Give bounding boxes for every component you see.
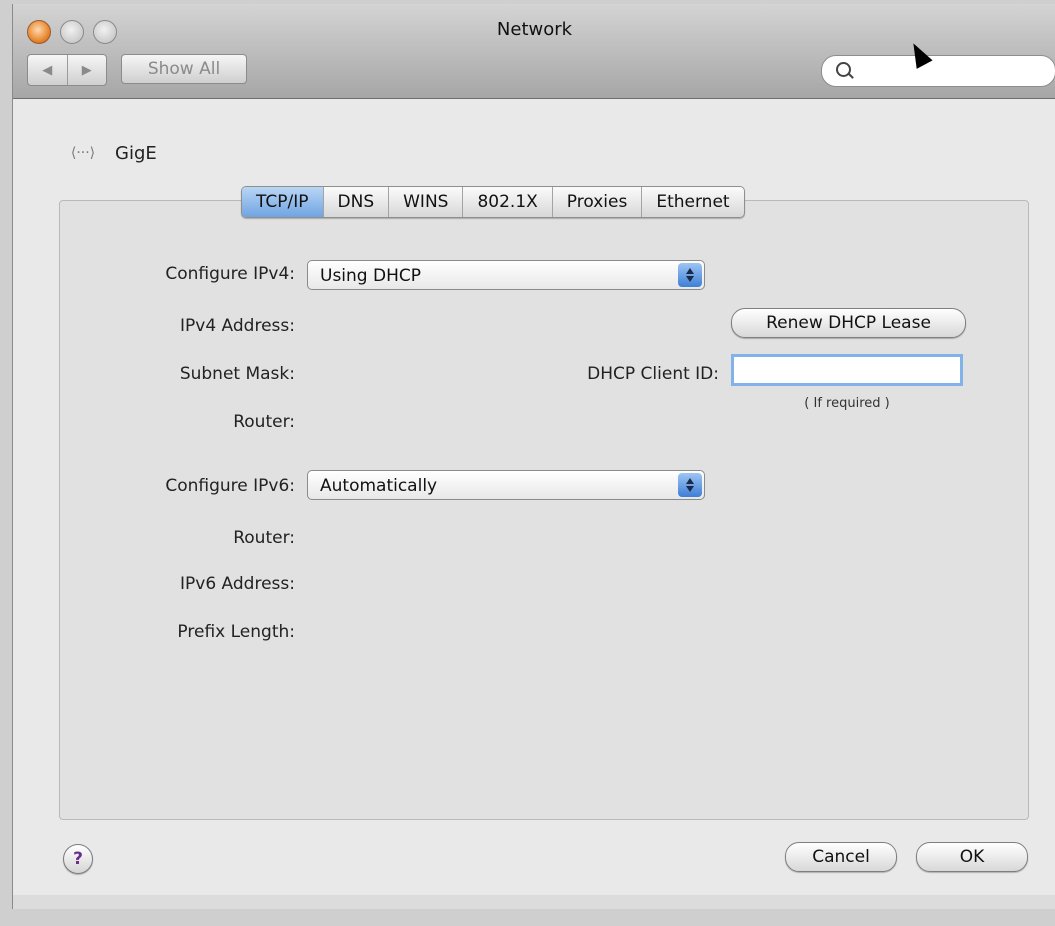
renew-dhcp-lease-button[interactable]: Renew DHCP Lease (731, 308, 966, 338)
interface-name: GigE (115, 142, 157, 164)
tab-wins[interactable]: WINS (388, 187, 462, 217)
ipv6-address-label: IPv6 Address: (180, 574, 295, 594)
dhcp-client-id-label: DHCP Client ID: (587, 364, 719, 384)
ipv4-router-label: Router: (233, 412, 295, 432)
cancel-button[interactable]: Cancel (785, 842, 897, 872)
ipv4-address-label: IPv4 Address: (180, 316, 295, 336)
navigation-buttons: ◀ ▶ (27, 54, 107, 86)
back-button[interactable]: ◀ (28, 55, 67, 85)
tab-tcp-ip[interactable]: TCP/IP (242, 187, 323, 217)
configure-ipv4-popup[interactable]: Using DHCP (307, 260, 705, 290)
tab-ethernet[interactable]: Ethernet (641, 187, 743, 217)
interface-header: ⟨···⟩ GigE (63, 140, 157, 166)
dhcp-client-id-input[interactable] (731, 354, 963, 386)
configure-ipv6-value: Automatically (320, 476, 438, 496)
client-id-note: ( If required ) (804, 396, 890, 411)
help-button[interactable]: ? (63, 844, 93, 874)
show-all-button[interactable]: Show All (121, 54, 247, 84)
tab-802-1x[interactable]: 802.1X (462, 187, 551, 217)
network-window: Network ◀ ▶ Show All ⟨···⟩ GigE TCP/IP D… (12, 4, 1055, 909)
tab-proxies[interactable]: Proxies (551, 187, 642, 217)
window-title: Network (496, 19, 573, 40)
configure-ipv6-popup[interactable]: Automatically (307, 470, 705, 500)
prefix-length-label: Prefix Length: (177, 622, 295, 642)
title-bar[interactable]: Network ◀ ▶ Show All (13, 4, 1055, 99)
window-bottom-edge (13, 895, 1055, 909)
subnet-mask-label: Subnet Mask: (179, 364, 295, 384)
search-input[interactable] (858, 60, 1042, 82)
search-field[interactable] (821, 55, 1055, 87)
search-icon (836, 62, 851, 77)
ok-button[interactable]: OK (916, 842, 1028, 872)
forward-button[interactable]: ▶ (66, 55, 107, 85)
tab-bar: TCP/IP DNS WINS 802.1X Proxies Ethernet (241, 186, 745, 218)
ipv6-router-label: Router: (233, 528, 295, 548)
configure-ipv4-value: Using DHCP (320, 266, 421, 286)
popup-arrows-icon (678, 473, 702, 497)
ethernet-icon: ⟨···⟩ (70, 145, 96, 161)
popup-arrows-icon (678, 263, 702, 287)
tab-dns[interactable]: DNS (322, 187, 389, 217)
configure-ipv4-label: Configure IPv4: (165, 264, 295, 284)
configure-ipv6-label: Configure IPv6: (165, 476, 295, 496)
settings-panel (59, 200, 1029, 820)
